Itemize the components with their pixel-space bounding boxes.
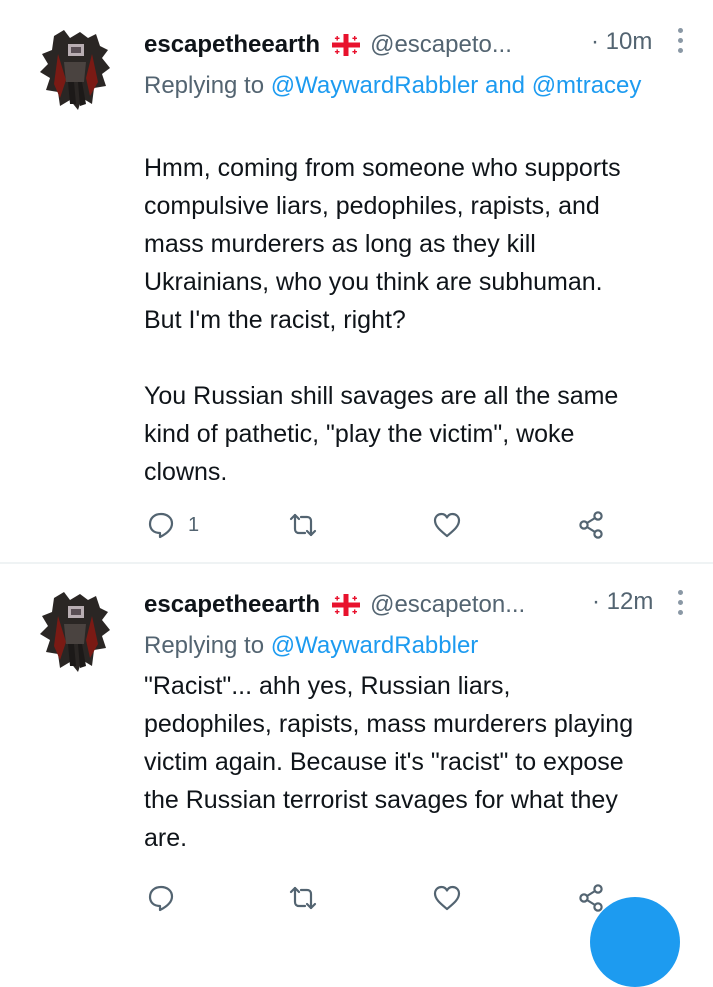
tweet-header: escapetheearth @escapeto... xyxy=(144,28,512,62)
tweet-text: Hmm, coming from someone who supports co… xyxy=(144,154,621,486)
like-icon xyxy=(433,512,461,538)
reply-icon xyxy=(148,885,174,912)
like-icon xyxy=(433,885,461,911)
reply-and: and xyxy=(478,72,532,99)
reply-button[interactable]: 1 xyxy=(146,508,199,542)
georgia-flag-icon xyxy=(332,34,361,56)
timestamp[interactable]: · 10m xyxy=(591,28,652,56)
mention-link[interactable]: @WaywardRabbler xyxy=(271,72,479,99)
reply-button[interactable] xyxy=(146,881,176,915)
retweet-icon xyxy=(289,886,317,910)
tweet-text: "Racist"... ahh yes, Russian liars, pedo… xyxy=(144,672,634,852)
tweet-actions xyxy=(144,881,624,915)
avatar[interactable] xyxy=(30,24,120,114)
tweet-actions: 1 xyxy=(144,508,624,542)
retweet-button[interactable] xyxy=(288,881,318,915)
like-button[interactable] xyxy=(432,881,462,915)
share-icon xyxy=(579,511,603,539)
handle[interactable]: @escapeton... xyxy=(370,591,525,619)
retweet-icon xyxy=(289,513,317,537)
display-name[interactable]: escapetheearth xyxy=(144,591,320,619)
tweet[interactable]: escapetheearth @escapeton... · 12m Reply… xyxy=(0,564,713,912)
tweet[interactable]: escapetheearth @escapeto... · 10m Replyi… xyxy=(0,0,713,562)
timestamp[interactable]: · 12m xyxy=(592,588,653,616)
share-button[interactable] xyxy=(576,508,606,542)
reply-prefix: Replying to xyxy=(144,72,271,99)
georgia-flag-icon xyxy=(332,594,361,616)
retweet-button[interactable] xyxy=(288,508,318,542)
display-name[interactable]: escapetheearth xyxy=(144,31,320,59)
tweet-header: escapetheearth @escapeton... xyxy=(144,588,525,622)
avatar[interactable] xyxy=(30,586,120,676)
reply-count: 1 xyxy=(188,513,200,536)
share-icon xyxy=(579,884,603,912)
reply-prefix: Replying to xyxy=(144,632,271,659)
more-icon[interactable] xyxy=(676,28,686,54)
like-button[interactable] xyxy=(432,508,462,542)
handle[interactable]: @escapeto... xyxy=(370,31,512,59)
reply-icon xyxy=(148,512,174,539)
replying-to: Replying to @WaywardRabbler xyxy=(144,627,478,665)
more-icon[interactable] xyxy=(676,590,686,616)
replying-to: Replying to @WaywardRabbler and @mtracey xyxy=(144,67,644,105)
mention-link[interactable]: @mtracey xyxy=(532,72,642,99)
mention-link[interactable]: @WaywardRabbler xyxy=(271,632,479,659)
